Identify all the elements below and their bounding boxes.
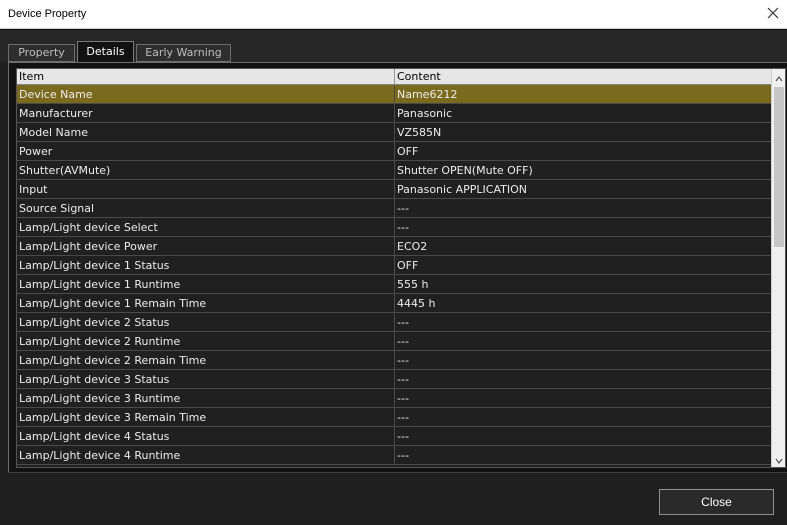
row-divider bbox=[394, 294, 395, 313]
column-header-item[interactable]: Item bbox=[19, 70, 44, 83]
row-divider bbox=[394, 408, 395, 427]
row-content-cell: Shutter OPEN(Mute OFF) bbox=[397, 164, 533, 177]
row-content-cell: ECO2 bbox=[397, 240, 428, 253]
row-divider bbox=[394, 370, 395, 389]
row-content-cell: --- bbox=[397, 430, 409, 443]
row-content-cell: --- bbox=[397, 449, 409, 462]
table-row[interactable]: Lamp/Light device 2 Runtime --- bbox=[17, 332, 772, 351]
row-item-cell: Lamp/Light device 3 Status bbox=[19, 373, 170, 386]
table-body: Device Name Name6212 Manufacturer Panasonic… bbox=[17, 85, 772, 465]
scrollbar-thumb[interactable] bbox=[774, 87, 784, 247]
table-row[interactable]: Lamp/Light device 1 Status OFF bbox=[17, 256, 772, 275]
row-item-cell: Lamp/Light device 3 Runtime bbox=[19, 392, 181, 405]
row-divider bbox=[394, 427, 395, 446]
chevron-up-icon[interactable] bbox=[775, 73, 783, 82]
vertical-scrollbar[interactable] bbox=[771, 69, 785, 467]
table-row[interactable]: Lamp/Light device 4 Runtime --- bbox=[17, 446, 772, 465]
table-row[interactable]: Lamp/Light device 1 Runtime 555 h bbox=[17, 275, 772, 294]
chevron-down-icon[interactable] bbox=[775, 455, 783, 464]
row-content-cell: OFF bbox=[397, 259, 419, 272]
tab-property[interactable]: Property bbox=[8, 44, 75, 62]
row-item-cell: Power bbox=[19, 145, 53, 158]
row-divider bbox=[394, 351, 395, 370]
row-item-cell: Lamp/Light device 1 Remain Time bbox=[19, 297, 207, 310]
column-divider[interactable] bbox=[394, 69, 395, 84]
table-row[interactable]: Lamp/Light device 4 Status --- bbox=[17, 427, 772, 446]
row-item-cell: Lamp/Light device 1 Runtime bbox=[19, 278, 181, 291]
tab-bar: Property Details Early Warning bbox=[0, 29, 787, 63]
row-divider bbox=[394, 199, 395, 218]
table-row[interactable]: Lamp/Light device Power ECO2 bbox=[17, 237, 772, 256]
row-content-cell: --- bbox=[397, 221, 409, 234]
row-divider bbox=[394, 446, 395, 465]
row-divider bbox=[394, 389, 395, 408]
row-item-cell: Model Name bbox=[19, 126, 88, 139]
row-item-cell: Lamp/Light device Select bbox=[19, 221, 158, 234]
table-row[interactable]: Lamp/Light device 3 Status --- bbox=[17, 370, 772, 389]
row-item-cell: Source Signal bbox=[19, 202, 95, 215]
table-row[interactable]: Input Panasonic APPLICATION bbox=[17, 180, 772, 199]
row-divider bbox=[394, 104, 395, 123]
table-row[interactable]: Model Name VZ585N bbox=[17, 123, 772, 142]
table-row[interactable]: Shutter(AVMute) Shutter OPEN(Mute OFF) bbox=[17, 161, 772, 180]
row-content-cell: --- bbox=[397, 202, 409, 215]
row-item-cell: Device Name bbox=[19, 88, 93, 101]
row-item-cell: Input bbox=[19, 183, 48, 196]
row-divider bbox=[394, 332, 395, 351]
title-bar: Device Property bbox=[0, 0, 787, 29]
row-divider bbox=[394, 256, 395, 275]
row-divider bbox=[394, 313, 395, 332]
row-divider bbox=[394, 85, 395, 104]
row-divider bbox=[394, 123, 395, 142]
table-row[interactable]: Lamp/Light device 3 Runtime --- bbox=[17, 389, 772, 408]
row-item-cell: Lamp/Light device 4 Runtime bbox=[19, 449, 181, 462]
row-item-cell: Shutter(AVMute) bbox=[19, 164, 111, 177]
table-row[interactable]: Lamp/Light device 2 Remain Time --- bbox=[17, 351, 772, 370]
row-item-cell: Lamp/Light device 3 Remain Time bbox=[19, 411, 207, 424]
close-icon[interactable] bbox=[765, 5, 781, 21]
tab-early-warning[interactable]: Early Warning bbox=[136, 44, 231, 62]
tab-details[interactable]: Details bbox=[77, 41, 134, 63]
table-row[interactable]: Lamp/Light device 3 Remain Time --- bbox=[17, 408, 772, 427]
row-divider bbox=[394, 275, 395, 294]
row-content-cell: --- bbox=[397, 373, 409, 386]
row-content-cell: --- bbox=[397, 335, 409, 348]
row-content-cell: Name6212 bbox=[397, 88, 458, 101]
close-button[interactable]: Close bbox=[659, 489, 774, 515]
row-divider bbox=[394, 180, 395, 199]
column-header-content[interactable]: Content bbox=[397, 70, 441, 83]
table-row[interactable]: Device Name Name6212 bbox=[17, 85, 772, 104]
row-content-cell: 4445 h bbox=[397, 297, 436, 310]
row-content-cell: OFF bbox=[397, 145, 419, 158]
row-item-cell: Lamp/Light device 4 Status bbox=[19, 430, 170, 443]
table-row[interactable]: Power OFF bbox=[17, 142, 772, 161]
table-row[interactable]: Lamp/Light device Select --- bbox=[17, 218, 772, 237]
table-row[interactable]: Manufacturer Panasonic bbox=[17, 104, 772, 123]
row-content-cell: Panasonic bbox=[397, 107, 453, 120]
row-item-cell: Lamp/Light device 1 Status bbox=[19, 259, 170, 272]
row-content-cell: --- bbox=[397, 316, 409, 329]
row-content-cell: --- bbox=[397, 392, 409, 405]
row-divider bbox=[394, 161, 395, 180]
table-row[interactable]: Lamp/Light device 2 Status --- bbox=[17, 313, 772, 332]
row-divider bbox=[394, 237, 395, 256]
row-content-cell: --- bbox=[397, 411, 409, 424]
row-item-cell: Lamp/Light device Power bbox=[19, 240, 158, 253]
row-item-cell: Lamp/Light device 2 Remain Time bbox=[19, 354, 207, 367]
row-content-cell: Panasonic APPLICATION bbox=[397, 183, 527, 196]
table-row[interactable]: Source Signal --- bbox=[17, 199, 772, 218]
row-content-cell: VZ585N bbox=[397, 126, 442, 139]
window-title: Device Property bbox=[8, 8, 87, 20]
details-table: Item Content Device Name Name6212 Manufact… bbox=[16, 68, 786, 468]
row-divider bbox=[394, 142, 395, 161]
row-divider bbox=[394, 218, 395, 237]
row-item-cell: Lamp/Light device 2 Status bbox=[19, 316, 170, 329]
row-item-cell: Manufacturer bbox=[19, 107, 93, 120]
row-content-cell: 555 h bbox=[397, 278, 429, 291]
table-header: Item Content bbox=[17, 69, 772, 85]
table-row[interactable]: Lamp/Light device 1 Remain Time 4445 h bbox=[17, 294, 772, 313]
row-item-cell: Lamp/Light device 2 Runtime bbox=[19, 335, 181, 348]
row-content-cell: --- bbox=[397, 354, 409, 367]
